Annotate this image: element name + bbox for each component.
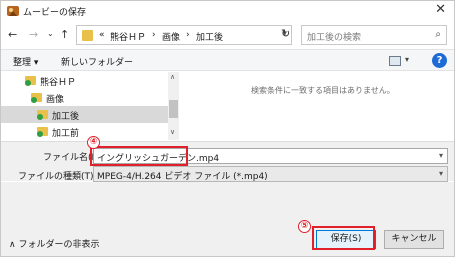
empty-results-message: 検索条件に一致する項目はありません。 (251, 86, 395, 95)
app-icon (7, 6, 19, 16)
chevron-down-icon[interactable]: ∨ (170, 128, 175, 136)
search-icon[interactable]: ⌕ (435, 29, 441, 40)
filetype-select[interactable]: MPEG-4/H.264 ビデオ ファイル (*.mp4) ▾ (93, 166, 448, 182)
up-folder-icon[interactable]: ↑ (60, 28, 69, 41)
tree-item-unprocessed[interactable]: 加工前 (1, 123, 169, 140)
chevron-down-icon[interactable]: ▾ (439, 151, 443, 160)
address-bar[interactable]: « 熊谷ＨＰ › 画像 › 加工後 ▾ (76, 25, 292, 45)
new-folder-button[interactable]: 新しいフォルダー (61, 55, 133, 68)
tree-item-processed[interactable]: 加工後 (1, 106, 169, 123)
folder-icon (37, 109, 49, 120)
folder-icon (31, 92, 43, 103)
tree-item-label: 熊谷ＨＰ (40, 78, 77, 88)
tree-item-label: 画像 (46, 95, 65, 105)
command-bar: 整理 ▾ 新しいフォルダー ▾ ? (1, 49, 454, 71)
filetype-label: ファイルの種類(T): (18, 172, 97, 182)
save-movie-dialog: ムービーの保存 ✕ ← → ⌄ ↑ « 熊谷ＨＰ › 画像 › 加工後 ▾ ↻ … (0, 0, 455, 257)
title-bar: ムービーの保存 ✕ (1, 1, 454, 21)
recent-locations-icon[interactable]: ⌄ (47, 29, 54, 38)
tree-item-images[interactable]: 画像 (1, 89, 169, 106)
help-icon[interactable]: ? (432, 53, 447, 68)
cancel-button[interactable]: キャンセル (384, 230, 444, 249)
back-arrow-icon[interactable]: ← (8, 28, 17, 41)
breadcrumb-separator: › (186, 30, 190, 40)
tree-item-label: 加工後 (52, 112, 80, 122)
annotation-step-4: ④ (87, 136, 100, 149)
tree-item-label: 加工前 (52, 129, 80, 139)
folder-icon (37, 126, 49, 137)
annotation-box-filename (90, 146, 188, 166)
refresh-icon[interactable]: ↻ (281, 27, 290, 40)
scrollbar-thumb[interactable] (169, 100, 178, 118)
breadcrumb-separator: › (152, 30, 156, 40)
breadcrumb-overflow[interactable]: « (99, 30, 105, 40)
chevron-down-icon[interactable]: ▾ (439, 169, 443, 178)
dialog-footer: ∧ フォルダーの非表示 保存(S) キャンセル (1, 182, 454, 256)
chevron-down-icon[interactable]: ▾ (405, 55, 409, 64)
breadcrumb-item[interactable]: 熊谷ＨＰ (110, 30, 146, 43)
organize-menu[interactable]: 整理 ▾ (13, 55, 38, 68)
navigation-bar: ← → ⌄ ↑ « 熊谷ＨＰ › 画像 › 加工後 ▾ ↻ 加工後の検索 ⌕ (1, 23, 454, 47)
breadcrumb-item[interactable]: 加工後 (196, 30, 223, 43)
save-form: ファイル名(N): イングリッシュガーデン.mp4 ▾ ファイルの種類(T): … (1, 141, 454, 182)
filetype-value: MPEG-4/H.264 ビデオ ファイル (*.mp4) (97, 172, 268, 182)
search-placeholder: 加工後の検索 (307, 33, 362, 43)
close-icon[interactable]: ✕ (435, 2, 446, 17)
annotation-box-save (312, 226, 375, 250)
breadcrumb-item[interactable]: 画像 (162, 30, 180, 43)
search-input[interactable]: 加工後の検索 ⌕ (301, 25, 447, 45)
forward-arrow-icon[interactable]: → (29, 28, 38, 41)
annotation-step-5: ⑤ (298, 220, 311, 233)
window-title: ムービーの保存 (23, 8, 87, 18)
view-options-icon[interactable] (389, 56, 401, 66)
navigation-pane: 熊谷ＨＰ 画像 加工後 加工前 (1, 72, 179, 140)
hide-folders-toggle[interactable]: ∧ フォルダーの非表示 (9, 237, 99, 250)
hide-folders-label: フォルダーの非表示 (18, 240, 100, 250)
tree-scrollbar[interactable]: ∧ ∨ (168, 72, 179, 140)
chevron-up-icon[interactable]: ∧ (170, 73, 175, 81)
folder-icon (25, 75, 37, 86)
folder-icon (82, 30, 93, 41)
tree-item-kumagaya-hp[interactable]: 熊谷ＨＰ (1, 72, 169, 89)
